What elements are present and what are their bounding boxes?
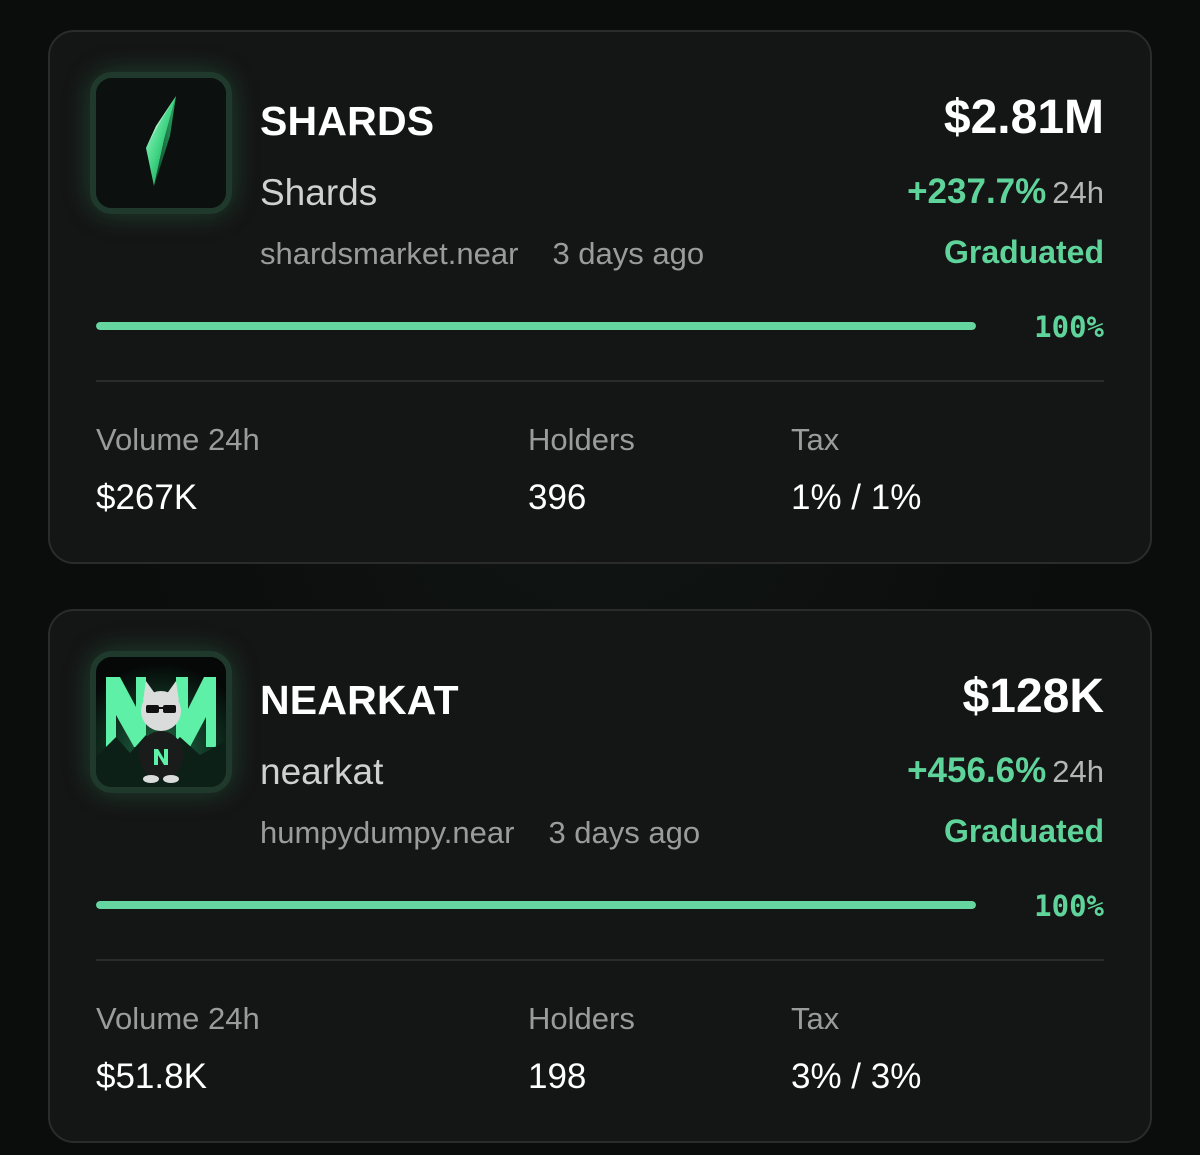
bonding-progress-bar xyxy=(96,901,976,909)
status-badge: Graduated xyxy=(943,234,1104,270)
bonding-progress-label: 100% xyxy=(1034,889,1104,923)
price-change-period: 24h xyxy=(1052,754,1104,789)
price-change-value: +237.7% xyxy=(907,172,1047,211)
token-logo xyxy=(90,72,232,214)
token-name: nearkat xyxy=(260,751,384,792)
creator-link[interactable]: humpydumpy.near xyxy=(260,815,514,850)
token-name: Shards xyxy=(260,172,378,213)
bonding-progress-fill xyxy=(96,322,976,330)
divider xyxy=(96,380,1104,382)
creator-link[interactable]: shardsmarket.near xyxy=(260,236,518,271)
token-meta: shardsmarket.near 3 days ago xyxy=(260,236,704,272)
stat-tax: Tax 3% / 3% xyxy=(791,1001,921,1097)
bonding-progress-label: 100% xyxy=(1034,310,1104,344)
created-time: 3 days ago xyxy=(552,236,705,271)
price-change: +237.7% 24h xyxy=(907,172,1104,212)
bonding-progress-fill xyxy=(96,901,976,909)
token-ticker: SHARDS xyxy=(260,98,435,144)
divider xyxy=(96,959,1104,961)
created-time: 3 days ago xyxy=(548,815,701,850)
price-change: +456.6% 24h xyxy=(907,751,1104,791)
stat-volume: Volume 24h $267K xyxy=(96,422,260,518)
bonding-progress-bar xyxy=(96,322,976,330)
stat-volume: Volume 24h $51.8K xyxy=(96,1001,260,1097)
stat-holders: Holders 396 xyxy=(528,422,635,518)
stat-tax-label: Tax xyxy=(791,422,840,457)
stat-tax-value: 1% / 1% xyxy=(791,478,922,517)
stat-holders-value: 396 xyxy=(528,478,587,517)
stat-holders-value: 198 xyxy=(528,1057,587,1096)
stat-holders-label: Holders xyxy=(528,422,635,457)
token-logo xyxy=(90,651,232,793)
stat-tax-label: Tax xyxy=(791,1001,840,1036)
market-cap: $2.81M xyxy=(943,91,1104,144)
token-ticker: NEARKAT xyxy=(260,677,459,723)
price-change-period: 24h xyxy=(1052,175,1104,210)
stat-holders-label: Holders xyxy=(528,1001,635,1036)
market-cap: $128K xyxy=(962,670,1104,723)
stat-volume-label: Volume 24h xyxy=(96,1001,260,1036)
status-badge: Graduated xyxy=(943,813,1104,849)
token-card-shards[interactable]: SHARDS Shards shardsmarket.near 3 days ag… xyxy=(48,30,1152,564)
stat-tax: Tax 1% / 1% xyxy=(791,422,921,518)
token-meta: humpydumpy.near 3 days ago xyxy=(260,815,700,851)
near-cat-mascot-icon xyxy=(96,657,226,787)
stat-holders: Holders 198 xyxy=(528,1001,635,1097)
stat-tax-value: 3% / 3% xyxy=(791,1057,922,1096)
green-crystal-shard-icon xyxy=(96,78,226,208)
price-change-value: +456.6% xyxy=(907,751,1047,790)
stat-volume-value: $51.8K xyxy=(96,1057,207,1096)
stat-volume-label: Volume 24h xyxy=(96,422,260,457)
token-card-nearkat[interactable]: NEARKAT nearkat humpydumpy.near 3 days ag… xyxy=(48,609,1152,1143)
stat-volume-value: $267K xyxy=(96,478,198,517)
